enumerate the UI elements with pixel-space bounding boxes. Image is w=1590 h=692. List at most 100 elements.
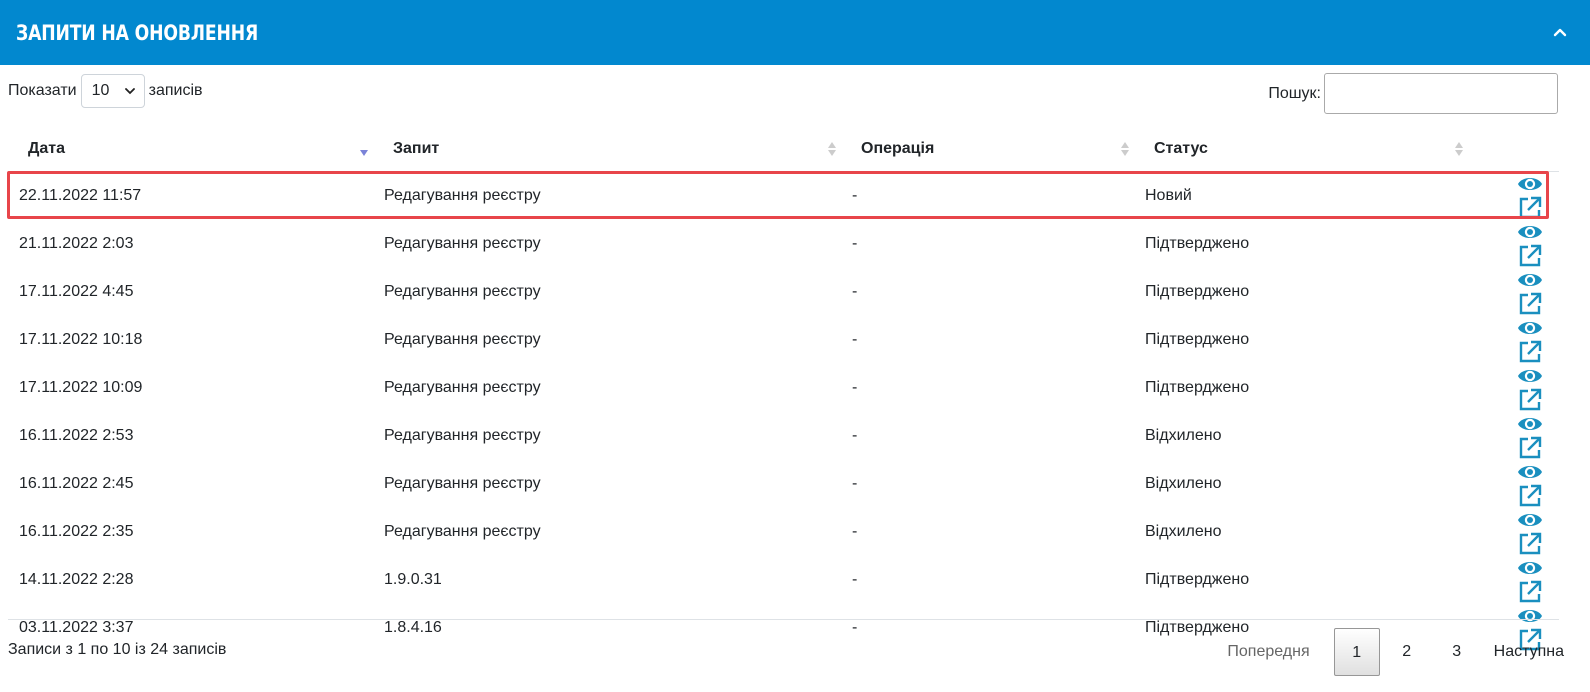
external-link-icon[interactable] xyxy=(1517,532,1543,556)
cell-operation: - xyxy=(852,235,858,252)
row-actions xyxy=(1468,220,1559,268)
page-length-value: 10 xyxy=(91,82,110,99)
table-row: 14.11.2022 2:28 1.9.0.31 - Підтверджено xyxy=(8,556,1559,604)
row-actions xyxy=(1468,268,1559,316)
search-control: Пошук: xyxy=(1268,73,1558,114)
column-header-actions xyxy=(1468,127,1559,172)
table-row: 21.11.2022 2:03 Редагування реєстру - Підтв… xyxy=(8,220,1559,268)
external-link-icon[interactable] xyxy=(1517,580,1543,604)
cell-date: 21.11.2022 2:03 xyxy=(19,235,134,252)
table-info: Записи з 1 по 10 із 24 записів xyxy=(8,641,227,658)
cell-status: Підтверджено xyxy=(1145,235,1250,252)
row-actions xyxy=(1468,508,1559,556)
column-header-status[interactable]: Статус xyxy=(1134,127,1468,172)
cell-request: 1.9.0.31 xyxy=(384,571,442,588)
cell-operation: - xyxy=(852,571,858,588)
cell-request: Редагування реєстру xyxy=(384,475,541,492)
cell-status: Відхилено xyxy=(1145,523,1222,540)
eye-icon[interactable] xyxy=(1517,316,1543,340)
cell-date: 16.11.2022 2:35 xyxy=(19,523,134,540)
cell-date: 22.11.2022 11:57 xyxy=(19,187,142,204)
cell-request: Редагування реєстру xyxy=(384,283,541,300)
row-actions xyxy=(1468,460,1559,508)
search-input[interactable] xyxy=(1324,73,1558,114)
cell-status: Відхилено xyxy=(1145,475,1222,492)
sort-icon xyxy=(828,142,836,156)
eye-icon[interactable] xyxy=(1517,460,1543,484)
external-link-icon[interactable] xyxy=(1517,244,1543,268)
page-length-control: Показати 10 записів xyxy=(8,74,203,108)
eye-icon[interactable] xyxy=(1517,556,1543,580)
cell-operation: - xyxy=(852,187,858,204)
row-actions xyxy=(1468,412,1559,460)
cell-request: Редагування реєстру xyxy=(384,331,541,348)
cell-request: Редагування реєстру xyxy=(384,235,541,252)
cell-date: 16.11.2022 2:53 xyxy=(19,427,134,444)
cell-request: Редагування реєстру xyxy=(384,187,541,204)
sort-desc-icon xyxy=(360,150,368,156)
cell-operation: - xyxy=(852,523,858,540)
panel-title: Запити на оновлення xyxy=(16,20,259,45)
external-link-icon[interactable] xyxy=(1517,340,1543,364)
eye-icon[interactable] xyxy=(1517,604,1543,628)
cell-date: 16.11.2022 2:45 xyxy=(19,475,134,492)
cell-date: 17.11.2022 4:45 xyxy=(19,283,134,300)
pagination: Попередня 1 2 3 Наступна xyxy=(1223,628,1574,676)
sort-icon xyxy=(1455,142,1463,156)
column-header-operation[interactable]: Операція xyxy=(841,127,1134,172)
chevron-down-icon xyxy=(124,88,135,95)
cell-date: 17.11.2022 10:18 xyxy=(19,331,143,348)
row-actions xyxy=(1468,172,1559,221)
eye-icon[interactable] xyxy=(1517,412,1543,436)
cell-status: Підтверджено xyxy=(1145,379,1250,396)
table-body: 22.11.2022 11:57 Редагування реєстру - Нови… xyxy=(8,172,1559,653)
eye-icon[interactable] xyxy=(1517,508,1543,532)
search-label: Пошук: xyxy=(1268,84,1321,102)
cell-status: Новий xyxy=(1145,187,1192,204)
cell-request: 1.8.4.16 xyxy=(384,619,442,636)
cell-request: Редагування реєстру xyxy=(384,427,541,444)
pagination-page-2[interactable]: 2 xyxy=(1384,628,1430,676)
external-link-icon[interactable] xyxy=(1517,388,1543,412)
table-row: 16.11.2022 2:45 Редагування реєстру - Відхи… xyxy=(8,460,1559,508)
column-header-request[interactable]: Запит xyxy=(373,127,841,172)
row-actions xyxy=(1468,364,1559,412)
chevron-up-icon[interactable] xyxy=(1550,22,1570,42)
eye-icon[interactable] xyxy=(1517,268,1543,292)
table-row: 16.11.2022 2:53 Редагування реєстру - Відхи… xyxy=(8,412,1559,460)
table-divider xyxy=(8,619,1559,620)
external-link-icon[interactable] xyxy=(1517,292,1543,316)
cell-operation: - xyxy=(852,283,858,300)
length-prefix: Показати xyxy=(8,82,77,99)
eye-icon[interactable] xyxy=(1517,364,1543,388)
table-row: 16.11.2022 2:35 Редагування реєстру - Відхи… xyxy=(8,508,1559,556)
cell-date: 17.11.2022 10:09 xyxy=(19,379,143,396)
cell-status: Відхилено xyxy=(1145,427,1222,444)
cell-operation: - xyxy=(852,379,858,396)
external-link-icon[interactable] xyxy=(1517,196,1543,220)
cell-operation: - xyxy=(852,427,858,444)
pagination-next[interactable]: Наступна xyxy=(1484,628,1574,676)
length-suffix: записів xyxy=(148,82,203,99)
pagination-page-3[interactable]: 3 xyxy=(1434,628,1480,676)
eye-icon[interactable] xyxy=(1517,220,1543,244)
table-row: 17.11.2022 10:18 Редагування реєстру - Підт… xyxy=(8,316,1559,364)
panel-header: Запити на оновлення xyxy=(0,0,1590,65)
page-length-select[interactable]: 10 xyxy=(80,74,145,108)
pagination-previous[interactable]: Попередня xyxy=(1227,628,1329,676)
eye-icon[interactable] xyxy=(1517,172,1543,196)
cell-status: Підтверджено xyxy=(1145,331,1250,348)
column-header-date[interactable]: Дата xyxy=(8,127,373,172)
table-row: 17.11.2022 4:45 Редагування реєстру - Підтв… xyxy=(8,268,1559,316)
row-actions xyxy=(1468,556,1559,604)
external-link-icon[interactable] xyxy=(1517,484,1543,508)
cell-operation: - xyxy=(852,331,858,348)
external-link-icon[interactable] xyxy=(1517,436,1543,460)
cell-status: Підтверджено xyxy=(1145,571,1250,588)
cell-operation: - xyxy=(852,475,858,492)
cell-request: Редагування реєстру xyxy=(384,379,541,396)
row-actions xyxy=(1468,316,1559,364)
pagination-page-1[interactable]: 1 xyxy=(1333,628,1380,676)
cell-request: Редагування реєстру xyxy=(384,523,541,540)
cell-date: 14.11.2022 2:28 xyxy=(19,571,134,588)
